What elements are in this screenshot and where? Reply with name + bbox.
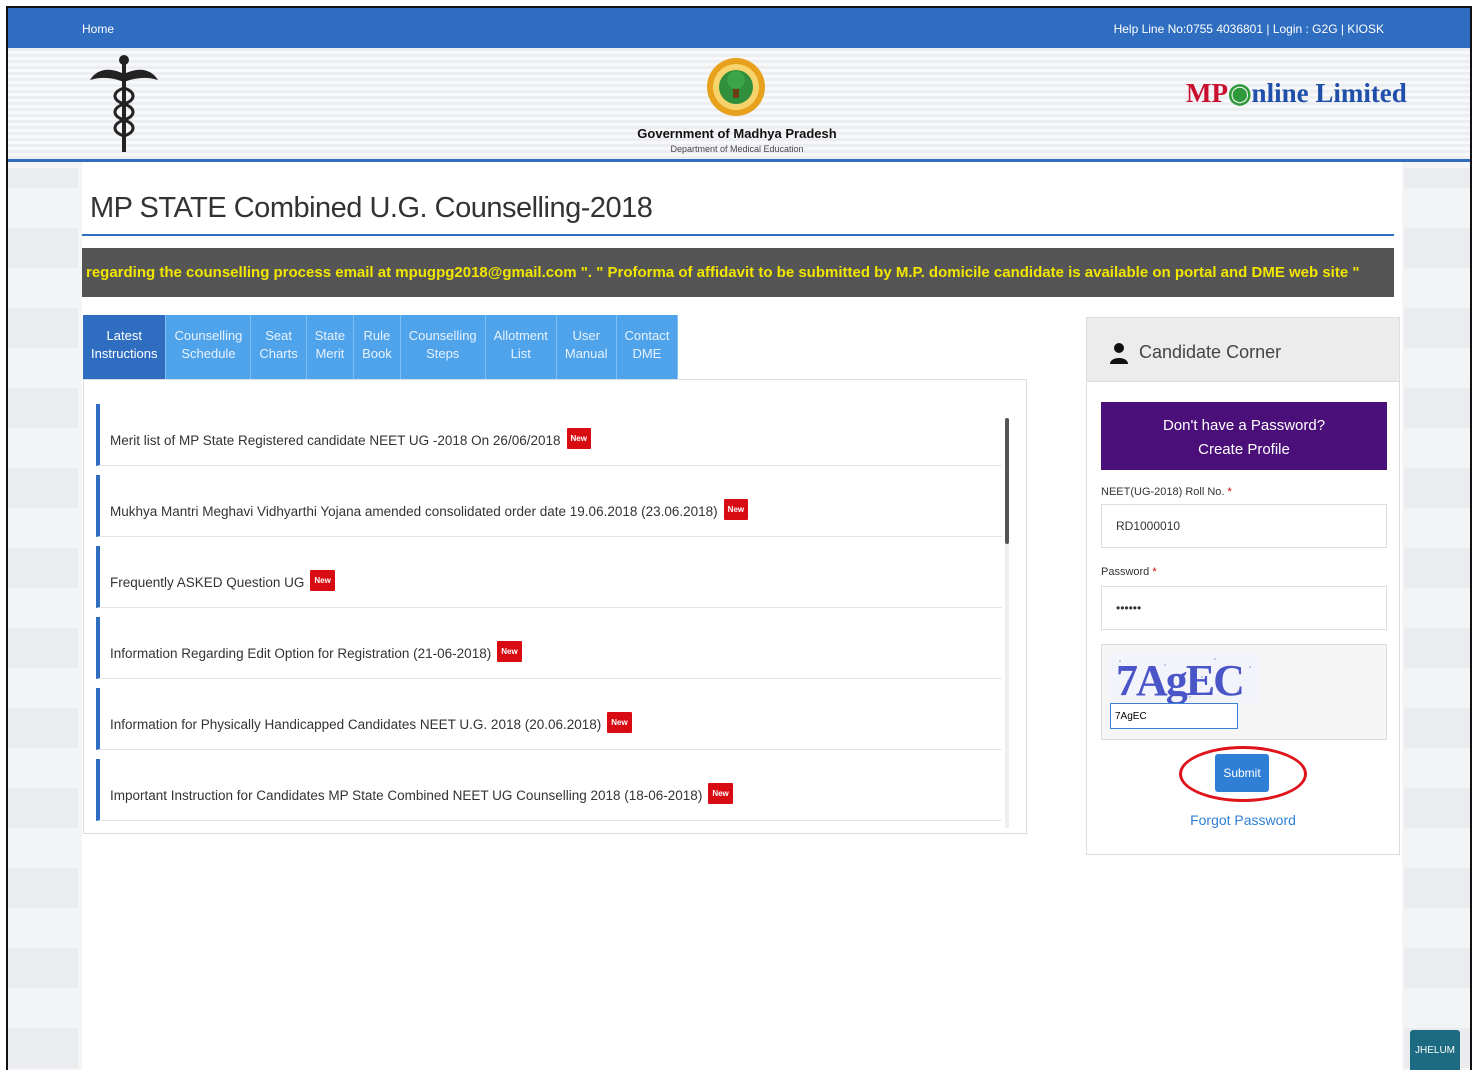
new-badge: New bbox=[566, 428, 591, 449]
new-badge: New bbox=[607, 712, 632, 733]
password-label: Password * bbox=[1101, 566, 1157, 578]
captcha-box: 7AgEC bbox=[1101, 644, 1387, 740]
mp-emblem-icon bbox=[707, 58, 765, 116]
background-decoration-right bbox=[1404, 168, 1470, 1068]
caduceus-icon bbox=[90, 55, 158, 152]
captcha-input[interactable] bbox=[1110, 703, 1238, 729]
tab-counselling-steps[interactable]: Counselling Steps bbox=[400, 315, 486, 379]
news-item-text: Information for Physically Handicapped C… bbox=[110, 717, 602, 732]
tab-allotment-list[interactable]: Allotment List bbox=[485, 315, 557, 379]
news-item[interactable]: Information Regarding Edit Option for Re… bbox=[96, 617, 1002, 679]
tab-latest-instructions[interactable]: Latest Instructions bbox=[83, 315, 167, 379]
news-item-text: Information Regarding Edit Option for Re… bbox=[110, 646, 492, 661]
roll-no-label: NEET(UG-2018) Roll No. * bbox=[1101, 486, 1232, 498]
user-icon bbox=[1110, 343, 1128, 364]
forgot-password-link[interactable]: Forgot Password bbox=[1087, 812, 1399, 828]
mponline-logo-mp: MP bbox=[1186, 78, 1228, 108]
news-item[interactable]: Merit list of MP State Registered candid… bbox=[96, 404, 1002, 466]
news-list: Merit list of MP State Registered candid… bbox=[96, 404, 1002, 830]
background-decoration-left bbox=[8, 168, 78, 1068]
gov-title: Government of Madhya Pradesh bbox=[637, 126, 837, 141]
home-link[interactable]: Home bbox=[82, 22, 114, 36]
mponline-logo-rest: nline Limited bbox=[1251, 78, 1407, 108]
gov-subtitle: Department of Medical Education bbox=[670, 144, 804, 154]
news-scrollbar[interactable] bbox=[1005, 418, 1009, 828]
main-content: MP STATE Combined U.G. Counselling-2018 … bbox=[82, 162, 1402, 1070]
news-marquee: regarding the counselling process email … bbox=[82, 248, 1394, 297]
latest-instructions-panel: Merit list of MP State Registered candid… bbox=[83, 379, 1027, 834]
create-profile-button[interactable]: Don't have a Password? Create Profile bbox=[1101, 402, 1387, 470]
mponline-logo: MP◉nline Limited bbox=[1186, 78, 1407, 108]
captcha-text: 7AgEC bbox=[1116, 656, 1243, 703]
candidate-corner-title: Candidate Corner bbox=[1139, 342, 1282, 362]
news-item[interactable]: Frequently ASKED Question UG New bbox=[96, 546, 1002, 608]
new-badge: New bbox=[708, 783, 733, 804]
submit-button[interactable]: Submit bbox=[1215, 754, 1269, 792]
helpline-text: Help Line No:0755 4036801 | Login : G2G … bbox=[1113, 22, 1384, 36]
candidate-corner: Candidate Corner Don't have a Password? … bbox=[1086, 317, 1400, 855]
page-title: MP STATE Combined U.G. Counselling-2018 bbox=[90, 192, 653, 224]
news-item-text: Mukhya Mantri Meghavi Vidhyarthi Yojana … bbox=[110, 504, 718, 519]
news-item-text: Important Instruction for Candidates MP … bbox=[110, 788, 703, 803]
tab-rule-book[interactable]: Rule Book bbox=[354, 315, 401, 379]
title-divider bbox=[82, 234, 1394, 236]
tab-bar: Latest Instructions Counselling Schedule S… bbox=[83, 315, 679, 379]
tab-counselling-schedule[interactable]: Counselling Schedule bbox=[166, 315, 252, 379]
tab-state-merit[interactable]: State Merit bbox=[306, 315, 355, 379]
news-item[interactable]: Information for Physically Handicapped C… bbox=[96, 688, 1002, 750]
captcha-image: 7AgEC bbox=[1110, 653, 1260, 703]
top-bar: Home Help Line No:0755 4036801 | Login :… bbox=[8, 8, 1470, 48]
new-badge: New bbox=[723, 499, 749, 520]
tab-user-manual[interactable]: User Manual bbox=[556, 315, 617, 379]
site-header: Government of Madhya Pradesh Department … bbox=[8, 48, 1470, 162]
new-badge: New bbox=[310, 570, 335, 591]
news-item[interactable]: Important Instruction for Candidates MP … bbox=[96, 759, 1002, 821]
tab-contact-dme[interactable]: Contact DME bbox=[616, 315, 679, 379]
browser-frame: Home Help Line No:0755 4036801 | Login :… bbox=[6, 6, 1472, 1070]
candidate-corner-header: Candidate Corner bbox=[1087, 318, 1399, 382]
scrollbar-thumb[interactable] bbox=[1005, 418, 1009, 544]
tab-seat-charts[interactable]: Seat Charts bbox=[251, 315, 307, 379]
roll-no-input[interactable] bbox=[1101, 504, 1387, 548]
jhelum-badge[interactable]: JHELUM bbox=[1410, 1030, 1460, 1070]
news-item-text: Frequently ASKED Question UG bbox=[110, 575, 305, 590]
new-badge: New bbox=[497, 641, 522, 662]
news-item[interactable]: Mukhya Mantri Meghavi Vidhyarthi Yojana … bbox=[96, 475, 1002, 537]
news-item-text: Merit list of MP State Registered candid… bbox=[110, 433, 561, 448]
password-input[interactable] bbox=[1101, 586, 1387, 630]
